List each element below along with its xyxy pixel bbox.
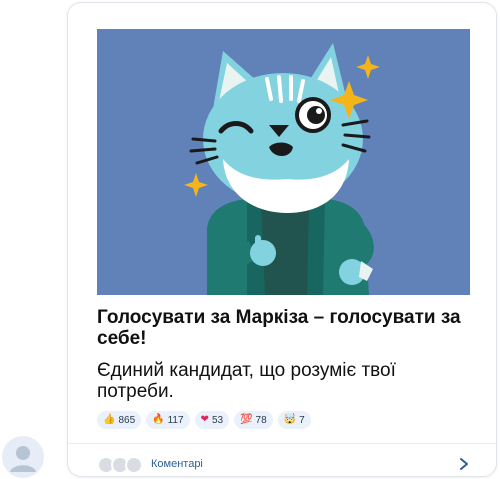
exploding-head-icon: 🤯 [283, 414, 297, 425]
heart-icon: ❤ [200, 414, 209, 425]
comments-link[interactable]: Коментарі [151, 458, 203, 470]
reaction-count: 865 [118, 414, 136, 426]
reaction-count: 78 [255, 414, 267, 426]
reaction-heart[interactable]: ❤ 53 [194, 411, 230, 429]
user-avatar-icon [10, 446, 36, 472]
fire-icon: 🔥 [152, 414, 165, 425]
channel-post: Голосувати за Маркіза – голосувати за се… [67, 2, 497, 477]
post-headline: Голосувати за Маркіза – голосувати за се… [97, 307, 461, 349]
thumbs-up-icon: 👍 [103, 414, 116, 425]
chevron-right-icon[interactable] [458, 457, 470, 471]
cat-sticker-illustration [97, 29, 470, 295]
commenter-avatars [97, 456, 149, 474]
hundred-icon: 💯 [240, 414, 253, 425]
post-image[interactable] [97, 29, 470, 295]
reaction-fire[interactable]: 🔥 117 [146, 411, 190, 429]
commenter-avatar [125, 456, 143, 474]
reaction-exploding-head[interactable]: 🤯 7 [277, 411, 311, 429]
reactions-bar: 👍 865 🔥 117 ❤ 53 💯 78 🤯 7 [97, 411, 311, 429]
reaction-count: 53 [211, 414, 224, 426]
reaction-count: 117 [167, 414, 184, 426]
reaction-thumbs-up[interactable]: 👍 865 [97, 411, 142, 429]
comments-footer[interactable]: Коментарі [68, 443, 496, 476]
reaction-count: 7 [299, 414, 305, 426]
reaction-hundred[interactable]: 💯 78 [234, 411, 273, 429]
post-body: Єдиний кандидат, що розуміє твої потреби… [97, 360, 396, 402]
author-avatar[interactable] [2, 436, 44, 478]
